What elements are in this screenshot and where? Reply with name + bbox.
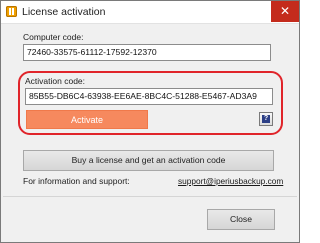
activate-button[interactable]: Activate bbox=[26, 110, 148, 129]
help-button[interactable]: ? bbox=[259, 112, 273, 126]
divider bbox=[3, 196, 297, 197]
window-title: License activation bbox=[22, 6, 106, 18]
title-bar: License activation ✕ bbox=[1, 1, 299, 24]
close-icon[interactable]: ✕ bbox=[271, 1, 299, 22]
support-label: For information and support: bbox=[23, 176, 130, 186]
license-activation-window: License activation ✕ Computer code: 7246… bbox=[0, 0, 300, 243]
help-icon: ? bbox=[262, 115, 270, 123]
computer-code-field[interactable]: 72460-33575-61112-17592-12370 bbox=[23, 44, 271, 61]
computer-code-label: Computer code: bbox=[23, 32, 84, 42]
buy-license-button[interactable]: Buy a license and get an activation code bbox=[23, 150, 274, 171]
activation-code-label: Activation code: bbox=[25, 76, 86, 86]
app-logo-icon bbox=[6, 6, 17, 17]
activation-code-field[interactable]: 85B55-DB6C4-63938-EE6AE-8BC4C-51288-E546… bbox=[25, 88, 273, 105]
close-button[interactable]: Close bbox=[207, 209, 275, 230]
support-email-link[interactable]: support@iperiusbackup.com bbox=[178, 176, 283, 186]
